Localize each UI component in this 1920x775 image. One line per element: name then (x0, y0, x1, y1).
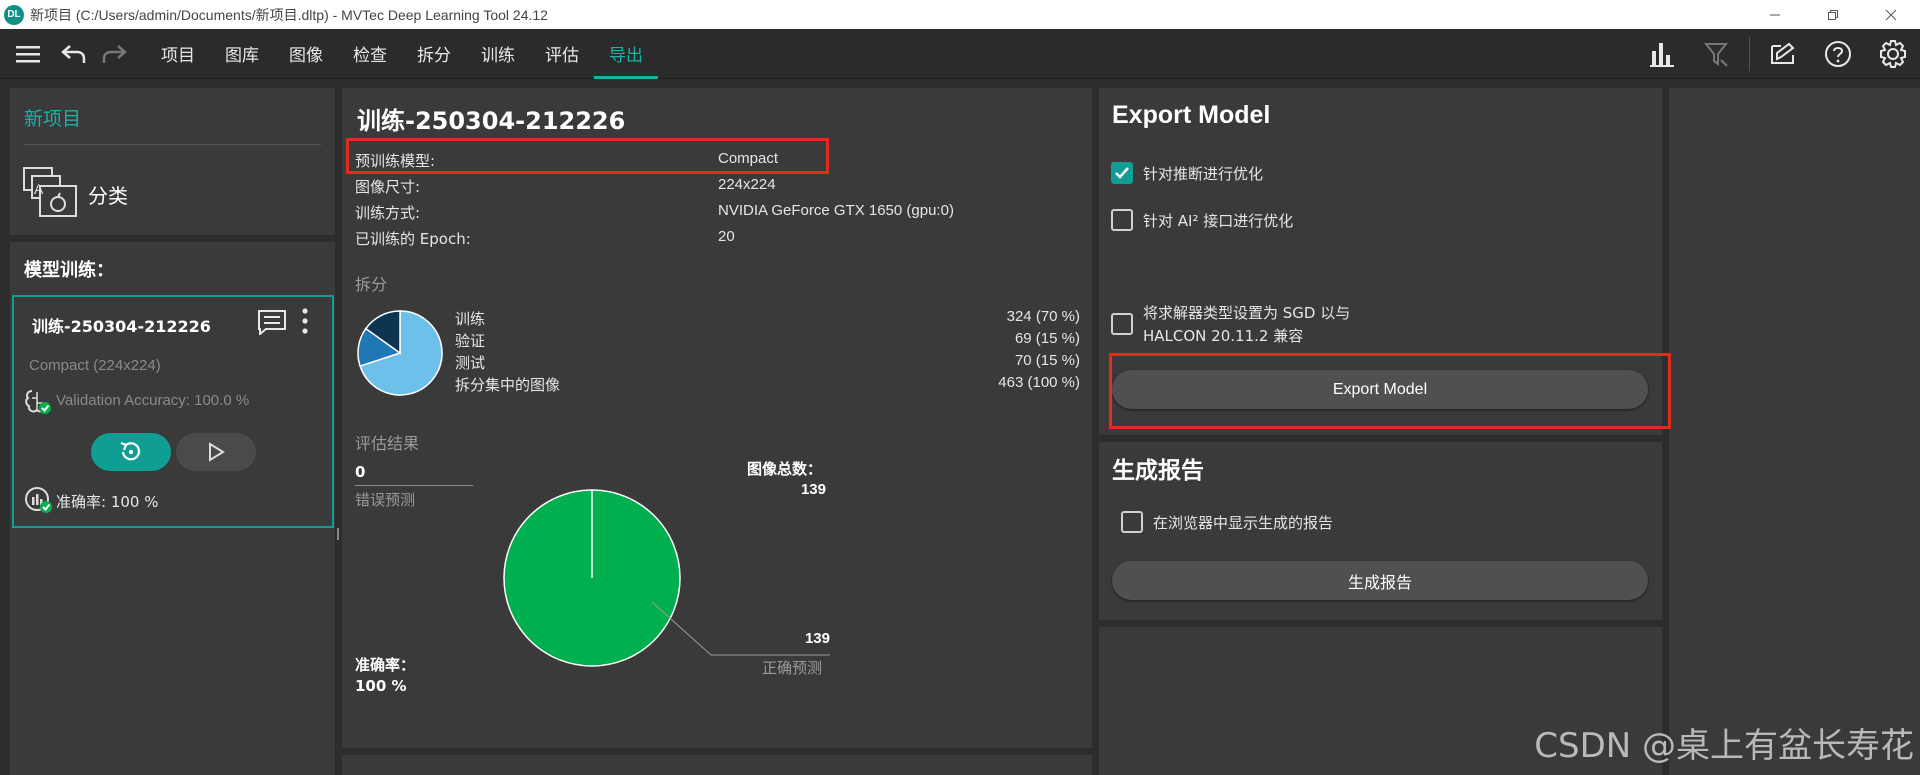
training-accuracy: 准确率: 100 % (56, 493, 159, 511)
image-size-label: 图像尺寸: (355, 178, 421, 196)
app-logo-icon: DL (4, 4, 24, 25)
menu-train[interactable]: 训练 (466, 29, 530, 79)
redo-icon[interactable] (94, 29, 134, 79)
show-report-in-browser-option[interactable]: 在浏览器中显示生成的报告 (1121, 511, 1333, 533)
split-total-value: 463 (100 %) (998, 374, 1080, 391)
training-details-title: 训练-250304-212226 (357, 107, 626, 135)
show-report-in-browser-checkbox[interactable] (1121, 511, 1143, 533)
errors-label: 错误预测 (355, 491, 416, 509)
sgd-solver-checkbox[interactable] (1111, 313, 1133, 335)
split-test-value: 70 (15 %) (1014, 352, 1080, 369)
sgd-solver-line-2: HALCON 20.11.2 兼容 (1143, 327, 1304, 345)
menu-gallery[interactable]: 图库 (210, 29, 274, 79)
checkmark-icon (1115, 167, 1129, 179)
split-val-label: 验证 (455, 332, 486, 350)
generate-report-title: 生成报告 (1112, 458, 1204, 484)
feedback-icon[interactable] (1755, 29, 1810, 79)
highlight-pretrained-model (346, 138, 829, 174)
side-panel (1669, 88, 1920, 775)
export-model-title: Export Model (1112, 101, 1271, 129)
split-train-value: 324 (70 %) (1006, 308, 1080, 325)
split-section-label: 拆分 (355, 275, 388, 294)
accuracy-gauge-icon (24, 485, 54, 519)
help-icon[interactable] (1810, 29, 1865, 79)
errors-underline (355, 485, 473, 486)
lower-details-panel (342, 755, 1092, 775)
optimize-inference-checkbox[interactable] (1111, 162, 1133, 184)
model-training-heading: 模型训练： (24, 260, 114, 281)
filter-icon[interactable] (1689, 29, 1744, 79)
show-report-in-browser-label: 在浏览器中显示生成的报告 (1153, 514, 1334, 532)
overall-accuracy-label: 准确率： (355, 656, 416, 674)
optimize-ai2-checkbox[interactable] (1111, 209, 1133, 231)
project-divider (24, 144, 321, 145)
optimize-inference-label: 针对推断进行优化 (1143, 165, 1264, 183)
settings-gear-icon[interactable] (1865, 29, 1920, 79)
retrain-icon (120, 441, 141, 461)
epochs-label: 已训练的 Epoch: (355, 230, 471, 248)
project-type-label: 分类 (88, 184, 128, 208)
title-bar: DL 新项目 (C:/Users/admin/Documents/新项目.dlt… (0, 0, 1920, 29)
menu-split[interactable]: 拆分 (402, 29, 466, 79)
window-title: 新项目 (C:/Users/admin/Documents/新项目.dltp) … (30, 6, 548, 23)
menu-evaluate[interactable]: 评估 (530, 29, 594, 79)
menu-inspect[interactable]: 检查 (338, 29, 402, 79)
epochs-value: 20 (718, 228, 735, 245)
sgd-solver-line-1: 将求解器类型设置为 SGD 以与 (1143, 304, 1351, 322)
generate-report-button[interactable]: 生成报告 (1112, 561, 1648, 600)
overall-accuracy-value: 100 % (355, 677, 407, 695)
restore-icon[interactable] (1804, 0, 1862, 29)
window-controls (1746, 0, 1920, 29)
hamburger-menu-icon[interactable] (8, 29, 48, 79)
optimize-ai2-label: 针对 AI² 接口进行优化 (1143, 212, 1294, 230)
split-val-value: 69 (15 %) (1014, 330, 1080, 347)
more-options-icon[interactable] (301, 307, 309, 339)
training-run-title: 训练-250304-212226 (32, 317, 211, 336)
menu-bar: 项目 图库 图像 检查 拆分 训练 评估 导出 (0, 29, 1920, 79)
highlight-export-button (1109, 353, 1671, 429)
play-button[interactable] (176, 433, 256, 471)
bar-chart-icon[interactable] (1634, 29, 1689, 79)
correct-count: 139 (804, 630, 830, 647)
panel-resize-handle[interactable] (337, 528, 339, 540)
errors-count: 0 (355, 463, 366, 481)
retrain-button[interactable] (91, 433, 171, 471)
sgd-solver-option[interactable]: 将求解器类型设置为 SGD 以与 HALCON 20.11.2 兼容 (1111, 302, 1350, 348)
training-device-value: NVIDIA GeForce GTX 1650 (gpu:0) (718, 202, 954, 219)
minimize-icon[interactable] (1746, 0, 1804, 29)
classification-icon: A (22, 164, 82, 224)
right-toolbar (1634, 29, 1920, 79)
comment-icon[interactable] (257, 309, 287, 339)
correct-leader-line (651, 601, 830, 656)
split-total-label: 拆分集中的图像 (455, 376, 561, 394)
optimize-inference-option[interactable]: 针对推断进行优化 (1111, 162, 1263, 184)
play-icon (209, 442, 225, 462)
project-name[interactable]: 新项目 (24, 104, 81, 131)
training-run-card[interactable]: 训练-250304-212226 Compact (224x224) Valid… (12, 295, 334, 528)
undo-icon[interactable] (54, 29, 94, 79)
sgd-solver-label: 将求解器类型设置为 SGD 以与 HALCON 20.11.2 兼容 (1143, 302, 1350, 348)
menu-project[interactable]: 项目 (146, 29, 210, 79)
evaluation-section-label: 评估结果 (355, 434, 420, 453)
training-model-info: Compact (224x224) (29, 357, 161, 374)
training-device-label: 训练方式: (355, 204, 421, 222)
split-test-label: 测试 (455, 354, 486, 372)
split-train-label: 训练 (455, 310, 486, 328)
image-size-value: 224x224 (718, 176, 776, 193)
validation-accuracy: Validation Accuracy: 100.0 % (56, 392, 250, 409)
optimize-ai2-option[interactable]: 针对 AI² 接口进行优化 (1111, 209, 1293, 231)
toolbar-divider (1749, 37, 1750, 71)
total-images-label: 图像总数： (747, 460, 823, 478)
brain-check-icon (24, 388, 54, 420)
csdn-watermark: CSDN @桌上有盆长寿花 (1534, 726, 1914, 766)
correct-label: 正确预测 (762, 659, 823, 677)
split-pie-chart (357, 310, 443, 396)
svg-text:A: A (34, 181, 44, 197)
menu-images[interactable]: 图像 (274, 29, 338, 79)
close-icon[interactable] (1862, 0, 1920, 29)
menu-export[interactable]: 导出 (594, 29, 658, 79)
